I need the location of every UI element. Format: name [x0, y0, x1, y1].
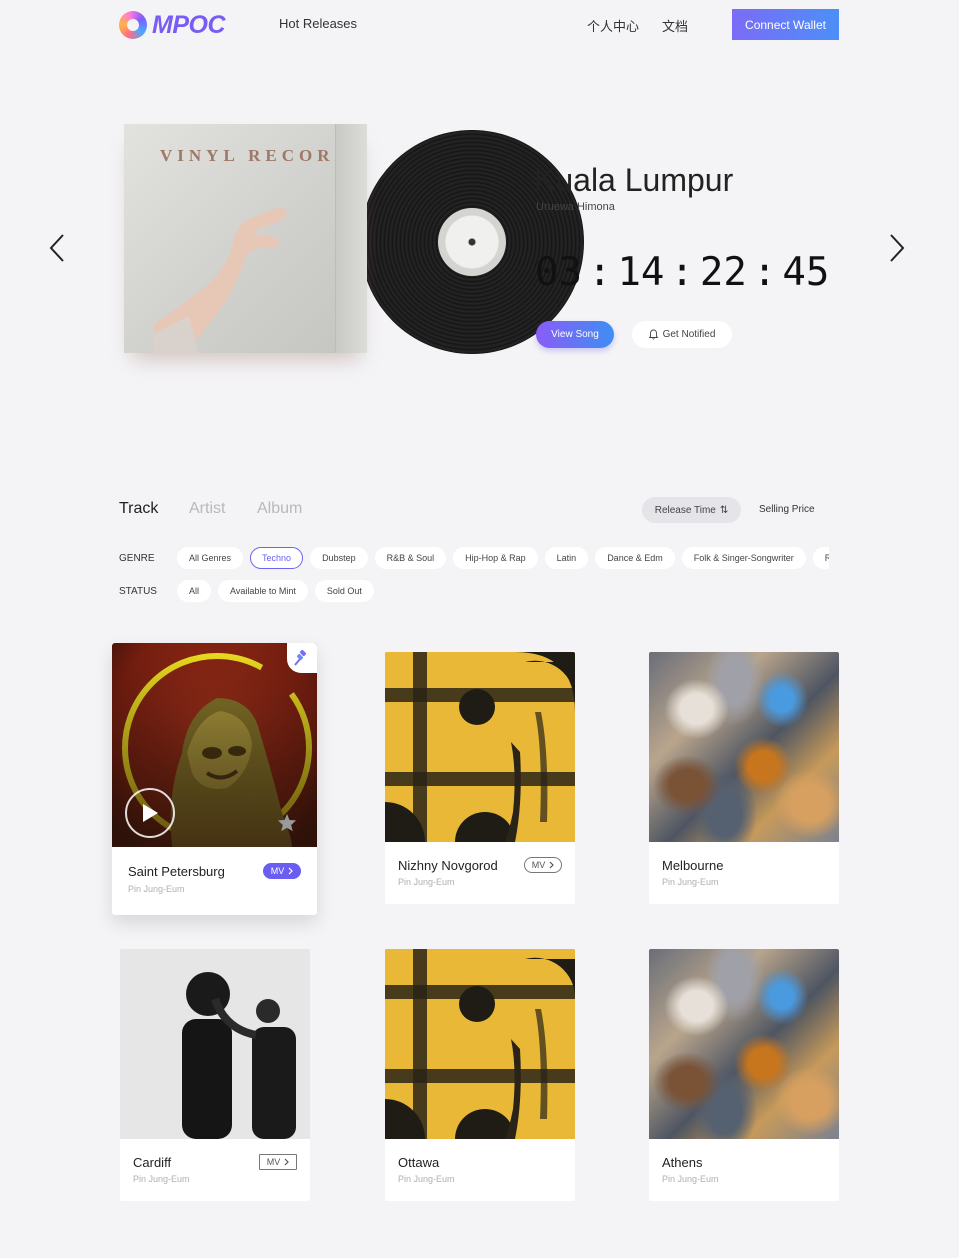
chevron-right-icon [284, 1158, 290, 1166]
track-cover-image [120, 949, 310, 1139]
hero-album-art: VINYL RECORD MOCKUP [105, 120, 584, 380]
brand-logo[interactable]: MPOC [119, 10, 226, 40]
track-cover-image [112, 643, 317, 847]
nav-hot-releases[interactable]: Hot Releases [279, 16, 357, 31]
carousel-prev-button[interactable] [42, 230, 72, 266]
genre-chip-list: All Genres Techno Dubstep R&B & Soul Hip-Hop… [177, 547, 829, 571]
track-title: Ottawa [398, 1155, 440, 1170]
track-artist: Pin Jung-Eum [662, 1174, 719, 1184]
track-cover-image [649, 949, 839, 1139]
track-card[interactable]: Athens Pin Jung-Eum [649, 949, 839, 1201]
hero-artist-name: Uruewa Himona [536, 201, 615, 213]
sleeve-flap [335, 124, 367, 353]
status-chip[interactable]: All [177, 580, 212, 602]
track-title: Melbourne [662, 858, 724, 873]
track-artist: Pin Jung-Eum [662, 877, 719, 887]
countdown-hours: 03 [535, 250, 582, 295]
status-chip[interactable]: Sold Out [314, 580, 374, 602]
tab-album[interactable]: Album [257, 500, 302, 518]
mv-label: MV [266, 1157, 281, 1167]
brand-name: MPOC [152, 10, 226, 39]
mv-badge[interactable]: MV [263, 863, 301, 879]
track-card[interactable]: Melbourne Pin Jung-Eum [649, 652, 839, 904]
status-chip-list: All Available to Mint Sold Out [177, 580, 829, 604]
track-title: Nizhny Novgorod [398, 858, 498, 873]
hand-illustration [154, 208, 287, 353]
album-sleeve-title: VINYL RECORD [160, 146, 352, 165]
genre-chip[interactable]: Dance & Edm [595, 547, 675, 569]
gavel-icon [294, 650, 307, 666]
sort-selling-price-button[interactable]: Selling Price [759, 504, 815, 515]
chevron-right-icon [288, 867, 294, 875]
sort-arrows-icon: ⇅ [719, 504, 729, 516]
countdown-separator: : [670, 250, 694, 295]
track-title: Saint Petersburg [128, 864, 225, 879]
top-nav: MPOC Hot Releases 个人中心 文档 Connect Wallet [0, 0, 959, 50]
bell-icon [648, 329, 658, 340]
chevron-left-icon [49, 234, 64, 262]
view-song-button[interactable]: View Song [536, 321, 614, 348]
genre-chip[interactable]: R&B & Soul [374, 547, 447, 569]
auction-badge[interactable] [287, 643, 317, 673]
mv-label: MV [531, 860, 546, 870]
genre-chip[interactable]: Techno [250, 547, 304, 569]
countdown-separator: : [587, 250, 612, 295]
track-card[interactable]: Ottawa Pin Jung-Eum [385, 949, 575, 1201]
track-artist: Pin Jung-Eum [398, 1174, 455, 1184]
track-card[interactable]: Nizhny Novgorod Pin Jung-Eum MV [385, 652, 575, 904]
carousel-next-button[interactable] [882, 230, 912, 266]
get-notified-button[interactable]: Get Notified [632, 321, 732, 348]
mv-badge[interactable]: MV [259, 1154, 297, 1170]
track-cover-image [385, 949, 575, 1139]
genre-chip[interactable]: Dubstep [310, 547, 368, 569]
track-title: Cardiff [133, 1155, 172, 1170]
genre-chip[interactable]: Folk & Singer-Songwriter [681, 547, 806, 569]
genre-chip[interactable]: Latin [544, 547, 589, 569]
nav-personal-center[interactable]: 个人中心 [587, 16, 639, 35]
tab-track[interactable]: Track [119, 500, 158, 518]
track-title: Athens [662, 1155, 703, 1170]
hero-song-title: Kuala Lumpur [534, 162, 734, 198]
countdown-separator: : [752, 250, 777, 295]
countdown-minutes: 14 [617, 250, 665, 295]
track-artist: Pin Jung-Eum [128, 884, 185, 894]
status-filter-label: STATUS [119, 586, 157, 597]
track-artist: Pin Jung-Eum [133, 1174, 190, 1184]
genre-filter-label: GENRE [119, 553, 155, 564]
favorite-button[interactable] [277, 813, 297, 837]
release-countdown: 03 : 14 : 22 : 45 [535, 250, 829, 295]
logo-icon [119, 11, 147, 39]
track-cover-image [385, 652, 575, 842]
genre-chip[interactable]: Hip-Hop & Rap [453, 547, 538, 569]
countdown-seconds: 22 [699, 250, 747, 295]
mv-label: MV [270, 866, 285, 876]
star-icon [277, 813, 297, 832]
play-button[interactable] [125, 788, 175, 838]
connect-wallet-button[interactable]: Connect Wallet [732, 9, 839, 40]
mv-badge[interactable]: MV [524, 857, 562, 873]
chevron-right-icon [549, 861, 555, 869]
album-sleeve-image: VINYL RECORD MOCKUP [124, 124, 367, 353]
vinyl-label [438, 208, 506, 276]
sort-release-time-button[interactable]: Release Time ⇅ [642, 497, 741, 523]
chevron-right-icon [890, 234, 905, 262]
track-artist: Pin Jung-Eum [398, 877, 455, 887]
genre-chip[interactable]: All Genres [177, 547, 244, 569]
countdown-frames: 45 [782, 250, 830, 295]
track-card[interactable]: Cardiff Pin Jung-Eum MV [120, 949, 310, 1201]
tab-artist[interactable]: Artist [189, 500, 225, 518]
status-chip[interactable]: Available to Mint [218, 580, 308, 602]
get-notified-label: Get Notified [662, 329, 716, 340]
genre-chip[interactable]: Rock [812, 547, 829, 569]
play-icon [143, 804, 158, 822]
nav-docs[interactable]: 文档 [662, 16, 688, 35]
track-cover-image [649, 652, 839, 842]
sort-release-time-label: Release Time [654, 504, 716, 516]
track-card[interactable]: Saint Petersburg Pin Jung-Eum MV [112, 643, 317, 915]
